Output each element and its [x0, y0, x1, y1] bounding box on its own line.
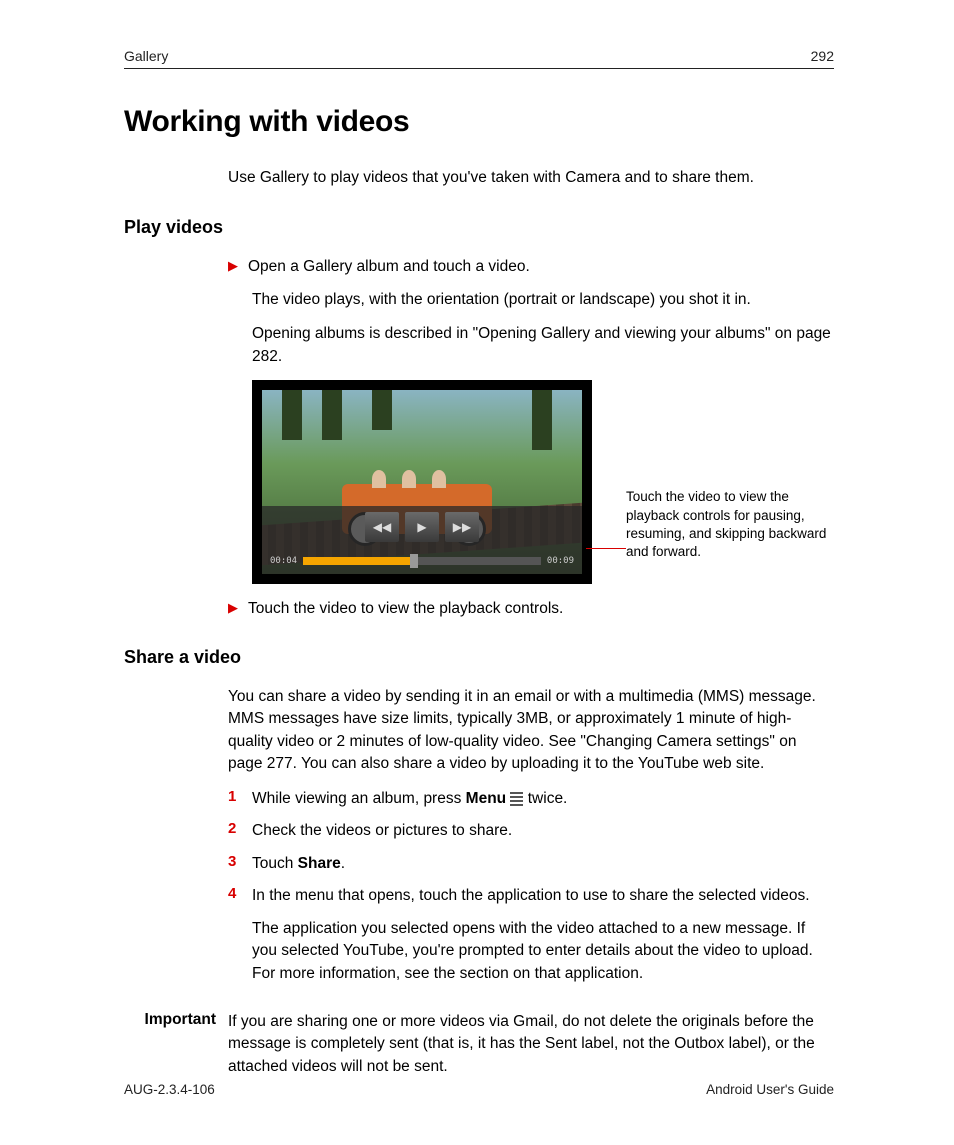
screenshot-with-callout: ◀◀ ▶ ▶▶ 00:04 00:09 [252, 380, 834, 584]
header-page-number: 292 [811, 48, 834, 64]
bullet-text: Touch the video to view the playback con… [248, 598, 563, 620]
fast-forward-button[interactable]: ▶▶ [445, 512, 479, 542]
footer-doc-title: Android User's Guide [706, 1082, 834, 1097]
step-number: 1 [228, 788, 252, 805]
triangle-bullet-icon: ▶ [228, 258, 238, 274]
step-number: 2 [228, 820, 252, 837]
playback-controls-overlay: ◀◀ ▶ ▶▶ 00:04 00:09 [262, 506, 582, 574]
numbered-steps: 1 While viewing an album, press Menu twi… [228, 788, 834, 908]
step-text: While viewing an album, press Menu twice… [252, 788, 834, 810]
section-heading-share-video: Share a video [124, 647, 834, 668]
bullet-text: Open a Gallery album and touch a video. [248, 256, 530, 278]
elapsed-time: 00:04 [270, 556, 297, 566]
page-header: Gallery 292 [124, 48, 834, 69]
body-text: The application you selected opens with … [252, 918, 834, 985]
share-video-content: You can share a video by sending it in a… [228, 686, 834, 985]
progress-handle[interactable] [410, 554, 418, 568]
play-button[interactable]: ▶ [405, 512, 439, 542]
callout-leader-line [592, 380, 626, 584]
page-footer: AUG-2.3.4-106 Android User's Guide [124, 1082, 834, 1097]
total-time: 00:09 [547, 556, 574, 566]
video-frame: ◀◀ ▶ ▶▶ 00:04 00:09 [262, 390, 582, 574]
step-number: 3 [228, 853, 252, 870]
step-text: Touch Share. [252, 853, 834, 875]
page-title: Working with videos [124, 105, 834, 139]
progress-bar[interactable] [303, 557, 541, 565]
important-label: Important [124, 1011, 216, 1029]
important-note: Important If you are sharing one or more… [124, 1011, 834, 1078]
body-text: The video plays, with the orientation (p… [252, 289, 834, 311]
step-number: 4 [228, 885, 252, 902]
rewind-button[interactable]: ◀◀ [365, 512, 399, 542]
step-text: Check the videos or pictures to share. [252, 820, 834, 842]
section-heading-play-videos: Play videos [124, 217, 834, 238]
menu-icon [510, 790, 523, 808]
header-section: Gallery [124, 48, 168, 64]
intro-paragraph: Use Gallery to play videos that you've t… [228, 167, 834, 189]
step-text: In the menu that opens, touch the applic… [252, 885, 834, 907]
important-text: If you are sharing one or more videos vi… [228, 1011, 834, 1078]
body-text: Opening albums is described in "Opening … [252, 323, 834, 368]
body-text: You can share a video by sending it in a… [228, 686, 834, 776]
footer-doc-id: AUG-2.3.4-106 [124, 1082, 215, 1097]
callout-text: Touch the video to view the playback con… [626, 380, 834, 561]
triangle-bullet-icon: ▶ [228, 600, 238, 616]
play-videos-content: ▶ Open a Gallery album and touch a video… [228, 256, 834, 620]
video-player-screenshot: ◀◀ ▶ ▶▶ 00:04 00:09 [252, 380, 592, 584]
